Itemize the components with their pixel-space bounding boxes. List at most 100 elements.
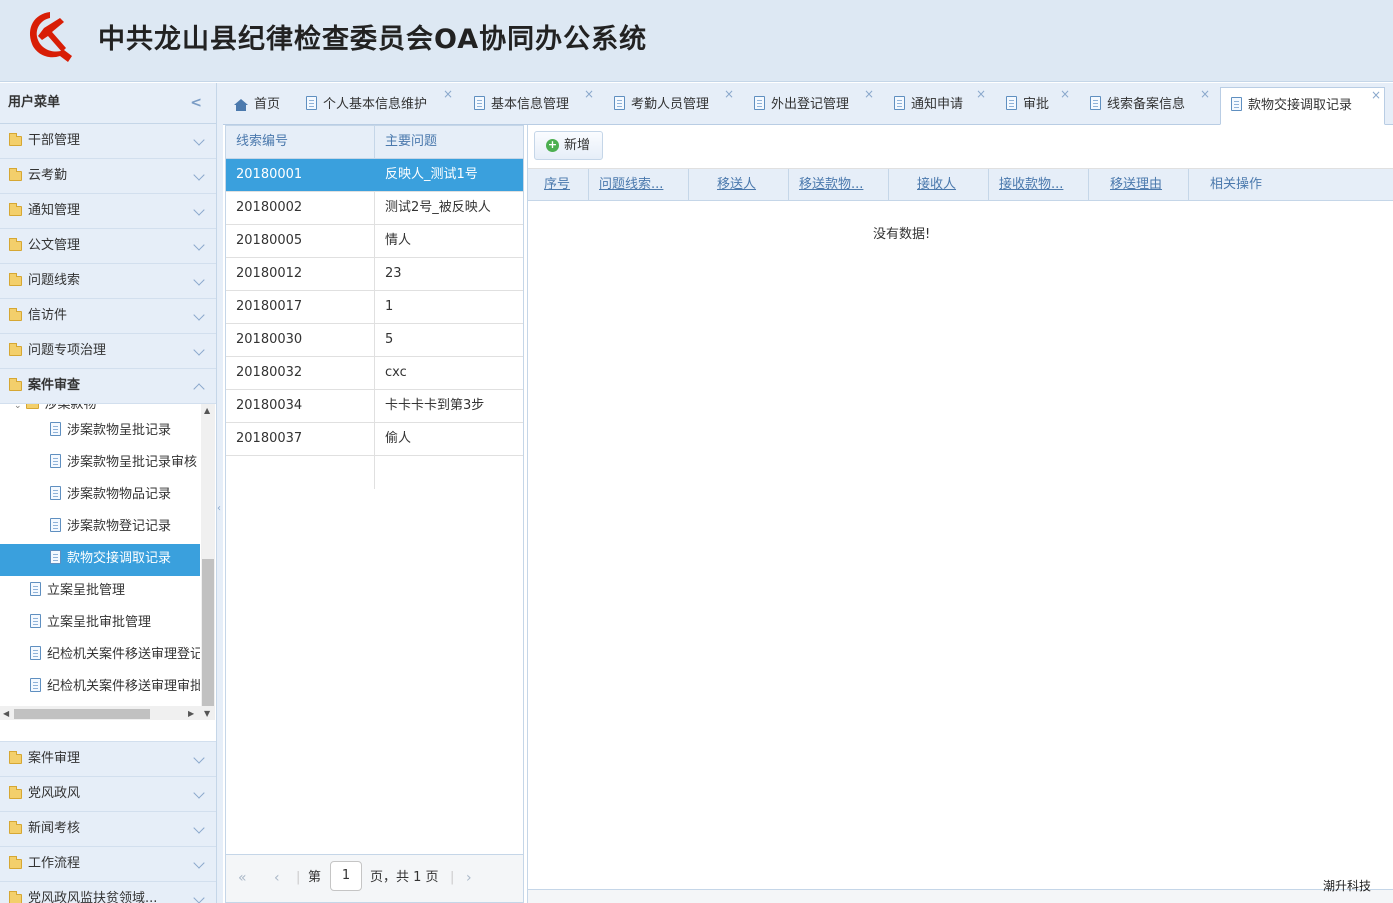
tree-item[interactable]: 立案呈批审批管理 — [30, 608, 151, 640]
menu-section-petitions[interactable]: 信访件 — [0, 299, 216, 334]
pager-suffix: 页，共 1 页 — [370, 870, 439, 885]
column-header-main-issue[interactable]: 主要问题 — [385, 126, 437, 158]
tree-horizontal-scroll-thumb[interactable] — [14, 709, 150, 719]
add-button[interactable]: + 新增 — [534, 131, 603, 160]
table-row[interactable]: 20180005 情人 — [226, 225, 523, 258]
table-row[interactable]: 20180030 5 — [226, 324, 523, 357]
menu-section-cadre[interactable]: 干部管理 — [0, 124, 216, 159]
scroll-down-arrow-icon[interactable]: ▼ — [204, 709, 210, 718]
tree-vertical-scroll-thumb[interactable] — [202, 559, 214, 711]
column-header-transfer-reason[interactable]: 移送理由 — [1110, 169, 1162, 200]
scroll-up-arrow-icon[interactable]: ▲ — [204, 406, 210, 415]
tree-item[interactable]: 涉案款物登记记录 — [50, 512, 171, 544]
tree-item-label: 纪检机关案件移送审理登记 — [47, 647, 200, 662]
column-header-receiver[interactable]: 接收人 — [917, 169, 956, 200]
folder-icon — [9, 821, 22, 834]
tree-item[interactable]: 涉案款物呈批记录 — [50, 416, 171, 448]
layout-splitter[interactable]: ‹ — [217, 83, 223, 903]
cell-clue-id: 20180002 — [236, 200, 303, 215]
menu-section-poverty-supervision[interactable]: 党风政风监扶贫领域... — [0, 882, 216, 903]
menu-section-special-governance[interactable]: 问题专项治理 — [0, 334, 216, 369]
folder-icon — [9, 751, 22, 764]
close-icon[interactable]: × — [584, 76, 594, 112]
close-icon[interactable]: × — [1060, 76, 1070, 112]
menu-section-news-assessment[interactable]: 新闻考核 — [0, 812, 216, 847]
chevron-down-icon: ⌄ — [14, 404, 22, 411]
folder-icon — [9, 856, 22, 869]
document-icon — [50, 422, 61, 436]
chevron-down-icon — [193, 822, 205, 834]
table-row[interactable]: 20180012 23 — [226, 258, 523, 291]
tab-personal-info[interactable]: 个人基本信息维护 × — [296, 87, 456, 125]
chevron-down-icon — [193, 857, 205, 869]
column-header-received-assets[interactable]: 接收款物... — [999, 169, 1063, 200]
tab-notice-application[interactable]: 通知申请 × — [884, 87, 992, 125]
tab-outing-registration[interactable]: 外出登记管理 × — [744, 87, 878, 125]
close-icon[interactable]: × — [864, 76, 874, 112]
tree-item[interactable]: 涉案款物呈批记录审核 — [50, 448, 200, 480]
tree-item[interactable]: 纪检机关案件移送审理审批 — [30, 672, 200, 704]
document-icon — [1090, 96, 1101, 110]
column-header-index[interactable]: 序号 — [544, 169, 570, 200]
column-header-transferred-assets[interactable]: 移送款物... — [799, 169, 863, 200]
tab-approval[interactable]: 审批 × — [996, 87, 1072, 125]
empty-message: 没有数据! — [873, 227, 931, 242]
tab-label: 款物交接调取记录 — [1248, 98, 1353, 113]
collapse-arrow-icon[interactable]: ‹ — [217, 503, 221, 514]
folder-icon — [9, 238, 22, 251]
column-header-clue-id[interactable]: 线索编号 — [236, 126, 288, 158]
table-row[interactable]: 20180037 偷人 — [226, 423, 523, 456]
menu-section-clues[interactable]: 问题线索 — [0, 264, 216, 299]
tab-home[interactable]: 首页 — [224, 87, 296, 125]
column-header-transferor[interactable]: 移送人 — [717, 169, 756, 200]
first-page-icon[interactable]: « — [238, 855, 247, 901]
column-header-clue[interactable]: 问题线索... — [599, 169, 663, 200]
home-icon — [234, 99, 248, 111]
add-button-label: 新增 — [564, 138, 591, 153]
cell-clue-id: 20180037 — [236, 431, 303, 446]
column-divider — [588, 169, 589, 201]
close-icon[interactable]: × — [443, 76, 453, 112]
tab-attendance-staff[interactable]: 考勤人员管理 × — [604, 87, 738, 125]
tree-item[interactable]: 纪检机关案件移送审理登记 — [30, 640, 200, 672]
document-icon — [30, 678, 41, 692]
tab-asset-handover[interactable]: 款物交接调取记录 × — [1220, 87, 1385, 125]
scroll-left-arrow-icon[interactable]: ◀ — [3, 709, 9, 718]
menu-section-documents[interactable]: 公文管理 — [0, 229, 216, 264]
next-page-icon[interactable]: › — [466, 855, 472, 901]
close-icon[interactable]: × — [724, 76, 734, 112]
cell-main-issue: 1 — [385, 299, 394, 314]
tab-basic-info[interactable]: 基本信息管理 × — [464, 87, 598, 125]
table-row[interactable]: 20180034 卡卡卡卡到第3步 — [226, 390, 523, 423]
chevron-down-icon — [193, 344, 205, 356]
menu-section-label: 新闻考核 — [28, 821, 81, 836]
cell-clue-id: 20180012 — [236, 266, 303, 281]
menu-section-party-style[interactable]: 党风政风 — [0, 777, 216, 812]
document-icon — [1006, 96, 1017, 110]
prev-page-icon[interactable]: ‹ — [274, 855, 280, 901]
tree-item-selected[interactable]: 款物交接调取记录 — [0, 544, 200, 576]
menu-section-notice[interactable]: 通知管理 — [0, 194, 216, 229]
table-row[interactable]: 20180032 cxc — [226, 357, 523, 390]
close-icon[interactable]: × — [1200, 76, 1210, 112]
close-icon[interactable]: × — [1371, 77, 1381, 113]
menu-section-label: 云考勤 — [28, 168, 68, 183]
chevron-down-icon — [193, 309, 205, 321]
close-icon[interactable]: × — [976, 76, 986, 112]
menu-section-case-trial[interactable]: 案件审理 — [0, 742, 216, 777]
menu-section-attendance[interactable]: 云考勤 — [0, 159, 216, 194]
table-row[interactable]: 20180017 1 — [226, 291, 523, 324]
folder-icon — [9, 786, 22, 799]
menu-section-workflow[interactable]: 工作流程 — [0, 847, 216, 882]
tree-item[interactable]: 立案呈批管理 — [30, 576, 125, 608]
tab-clue-filing[interactable]: 线索备案信息 × — [1080, 87, 1214, 125]
table-row[interactable]: 20180001 反映人_测试1号 — [226, 159, 523, 192]
menu-section-case-review[interactable]: 案件审查 — [0, 369, 216, 404]
tree-item[interactable]: 涉案款物物品记录 — [50, 480, 171, 512]
cell-main-issue: 测试2号_被反映人 — [385, 200, 491, 215]
scroll-right-arrow-icon[interactable]: ▶ — [188, 709, 194, 718]
document-icon — [894, 96, 905, 110]
chevron-left-icon[interactable]: < — [190, 83, 202, 123]
page-number-input[interactable]: 1 — [330, 861, 362, 891]
table-row[interactable]: 20180002 测试2号_被反映人 — [226, 192, 523, 225]
